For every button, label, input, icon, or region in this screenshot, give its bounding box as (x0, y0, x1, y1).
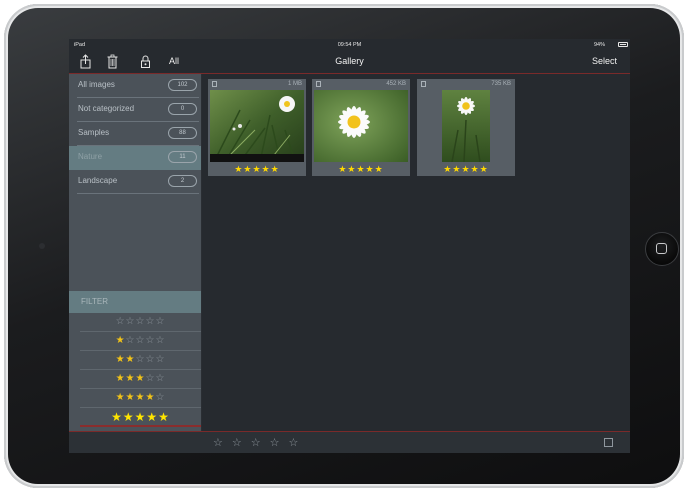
filter-stars-filled: ★★★★★ (111, 410, 170, 424)
count-badge: 2 (168, 175, 197, 187)
filter-stars-filled: ★★ (115, 354, 136, 365)
filter-rating-0[interactable]: ☆☆☆☆☆ (80, 313, 201, 332)
battery-percent: 94% (594, 42, 606, 48)
filter-stars-empty: ☆☆ (145, 373, 166, 384)
front-camera (39, 243, 45, 249)
home-square-icon (656, 243, 667, 254)
daisy-photo (210, 90, 304, 162)
select-button[interactable]: Select (592, 56, 617, 66)
filter-rating-3[interactable]: ★★★☆☆ (80, 370, 201, 389)
document-icon (212, 81, 217, 87)
sidebar-item-label: Not categorized (78, 104, 135, 113)
rating-stars: ★★★★★ (234, 164, 280, 174)
card-header: 735 KB (417, 79, 515, 90)
battery-icon (618, 42, 628, 47)
rating-stars: ★★★★★ (443, 164, 489, 174)
sidebar-item-nature[interactable]: Nature 11 (69, 146, 201, 170)
count-badge: 88 (168, 127, 197, 139)
battery-fill (620, 44, 626, 45)
sidebar-item-label: Nature (78, 152, 103, 161)
filter-stars-filled: ★★★ (115, 373, 146, 384)
image-grid: 1 MB ★★★★★ 452 KB ★★★★★ 735 KB ★★★★★ (202, 74, 630, 431)
status-time: 09:54 PM (337, 42, 362, 48)
count-badge: 102 (168, 79, 197, 91)
filter-stars-filled: ★★★★ (115, 392, 156, 403)
sidebar-item-landscape[interactable]: Landscape 2 (69, 170, 201, 194)
rating-stars: ★★★★★ (338, 164, 384, 174)
navigation-bar: All Gallery Select (69, 51, 630, 74)
bottom-toolbar: ☆☆☆☆☆ (69, 431, 630, 453)
filter-rating-5[interactable]: ★★★★★ (80, 408, 201, 427)
filter-stars-empty: ☆☆☆☆☆ (115, 316, 166, 327)
daisy-photo (314, 90, 408, 162)
filter-header: FILTER (69, 291, 201, 313)
sidebar: All images 102 Not categorized 0 Samples… (69, 74, 202, 431)
home-button[interactable] (645, 232, 679, 266)
status-bar: iPad 09:54 PM 94% (69, 39, 630, 51)
sidebar-item-not-categorized[interactable]: Not categorized 0 (69, 98, 201, 122)
file-size: 735 KB (491, 81, 511, 87)
image-thumbnail-card[interactable]: 1 MB ★★★★★ (208, 79, 306, 176)
sidebar-item-samples[interactable]: Samples 88 (69, 122, 201, 146)
filter-rating-4[interactable]: ★★★★☆ (80, 389, 201, 408)
share-icon[interactable] (604, 438, 613, 447)
document-icon (316, 81, 321, 87)
filter-rating-2[interactable]: ★★☆☆☆ (80, 351, 201, 370)
daisy-photo (442, 90, 490, 162)
count-badge: 0 (168, 103, 197, 115)
sidebar-item-all-images[interactable]: All images 102 (69, 74, 201, 98)
file-size: 452 KB (386, 81, 406, 87)
filter-rating-1[interactable]: ★☆☆☆☆ (80, 332, 201, 351)
sidebar-item-label: All images (78, 80, 115, 89)
count-badge: 11 (168, 151, 197, 163)
sidebar-item-label: Samples (78, 128, 110, 137)
filter-stars-empty: ☆ (155, 392, 166, 403)
filter-stars-empty: ☆☆☆ (135, 354, 166, 365)
rate-selection-stars[interactable]: ☆☆☆☆☆ (213, 436, 307, 449)
card-header: 452 KB (312, 79, 410, 90)
card-header: 1 MB (208, 79, 306, 90)
sidebar-item-label: Landscape (78, 176, 118, 185)
image-thumbnail-card[interactable]: 452 KB ★★★★★ (312, 79, 410, 176)
filter-stars-filled: ★ (115, 335, 126, 346)
image-thumbnail-card[interactable]: 735 KB ★★★★★ (417, 79, 515, 176)
filter-stars-empty: ☆☆☆☆ (125, 335, 166, 346)
page-title: Gallery (335, 56, 364, 66)
file-size: 1 MB (287, 81, 302, 87)
document-icon (421, 81, 426, 87)
divider (77, 193, 199, 194)
app-screen: iPad 09:54 PM 94% All Gallery Select All… (69, 39, 630, 453)
